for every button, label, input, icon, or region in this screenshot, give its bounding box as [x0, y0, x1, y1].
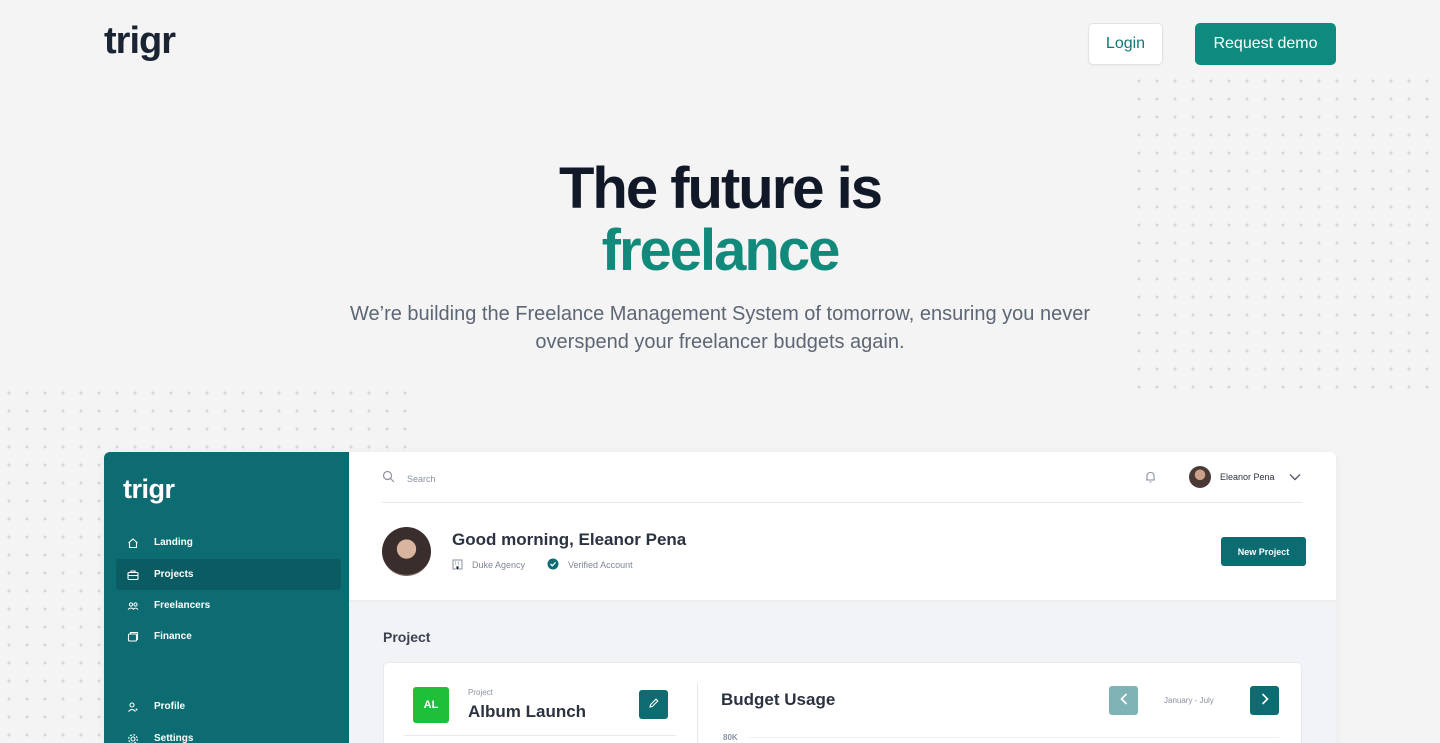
sidebar-item-label: Freelancers	[154, 600, 211, 611]
project-label: Project	[468, 688, 493, 697]
settings-icon	[126, 732, 140, 743]
chevron-down-icon	[1289, 468, 1301, 486]
search-icon	[382, 470, 395, 488]
users-icon	[126, 599, 140, 613]
date-range: January - July	[1164, 696, 1214, 705]
next-range-button[interactable]	[1250, 686, 1279, 715]
sidebar-logo[interactable]: trigr	[123, 474, 175, 505]
home-icon	[126, 536, 140, 550]
sidebar-item-finance[interactable]: Finance	[116, 621, 341, 652]
card-divider	[404, 735, 676, 736]
app-header: Search Eleanor Pena Good morning, Eleano…	[349, 452, 1336, 600]
previous-range-button[interactable]	[1109, 686, 1138, 715]
request-demo-button[interactable]: Request demo	[1195, 23, 1336, 65]
search-placeholder: Search	[407, 474, 436, 484]
budget-title: Budget Usage	[721, 690, 836, 709]
verified-label: Verified Account	[568, 560, 633, 570]
y-axis-tick: 80K	[723, 733, 738, 742]
sidebar-item-label: Landing	[154, 537, 193, 548]
profile-icon	[126, 700, 140, 714]
building-icon	[452, 559, 463, 572]
sidebar-item-freelancers[interactable]: Freelancers	[116, 590, 341, 621]
project-name: Album Launch	[468, 702, 587, 721]
login-button[interactable]: Login	[1088, 23, 1163, 65]
hero-title: The future is freelance	[0, 158, 1440, 282]
sidebar-item-label: Finance	[154, 631, 192, 642]
site-logo[interactable]: trigr	[104, 20, 176, 63]
account-meta: Duke Agency Verified Account	[452, 558, 655, 572]
finance-icon	[126, 630, 140, 644]
sidebar-item-settings[interactable]: Settings	[116, 723, 341, 743]
sidebar: trigr Landing Projects Freelancers Finan…	[104, 452, 349, 743]
hero-subtitle: We’re building the Freelance Management …	[349, 303, 1090, 353]
card-vertical-divider	[697, 683, 698, 743]
bell-icon[interactable]	[1144, 470, 1157, 489]
section-title: Project	[383, 629, 431, 645]
project-card: AL Project Album Launch Budget Usage Jan…	[383, 662, 1302, 743]
sidebar-item-landing[interactable]: Landing	[116, 527, 341, 558]
hero-title-line1: The future is	[558, 156, 883, 221]
avatar	[1189, 466, 1211, 488]
sidebar-item-label: Settings	[154, 733, 194, 743]
chart-gridline	[749, 737, 1279, 738]
profile-avatar	[382, 527, 431, 576]
pencil-icon	[648, 696, 660, 714]
sidebar-item-profile[interactable]: Profile	[116, 691, 341, 722]
app-preview: trigr Landing Projects Freelancers Finan…	[104, 452, 1336, 743]
project-initials-badge: AL	[413, 687, 449, 723]
sidebar-item-projects[interactable]: Projects	[116, 559, 341, 590]
verified-check-icon	[547, 558, 559, 572]
header-divider	[382, 502, 1302, 503]
sidebar-item-label: Profile	[154, 701, 186, 712]
hero-title-line2: freelance	[601, 218, 841, 283]
chevron-left-icon	[1119, 692, 1128, 710]
chevron-right-icon	[1261, 692, 1269, 710]
agency-name: Duke Agency	[472, 560, 526, 570]
sidebar-item-label: Projects	[154, 569, 194, 580]
user-name: Eleanor Pena	[1220, 472, 1275, 482]
search-input[interactable]: Search	[382, 470, 436, 488]
greeting: Good morning, Eleanor Pena	[452, 530, 687, 549]
new-project-button[interactable]: New Project	[1221, 537, 1306, 566]
user-menu[interactable]: Eleanor Pena	[1189, 466, 1301, 488]
edit-project-button[interactable]	[639, 690, 668, 719]
briefcase-icon	[126, 568, 140, 582]
